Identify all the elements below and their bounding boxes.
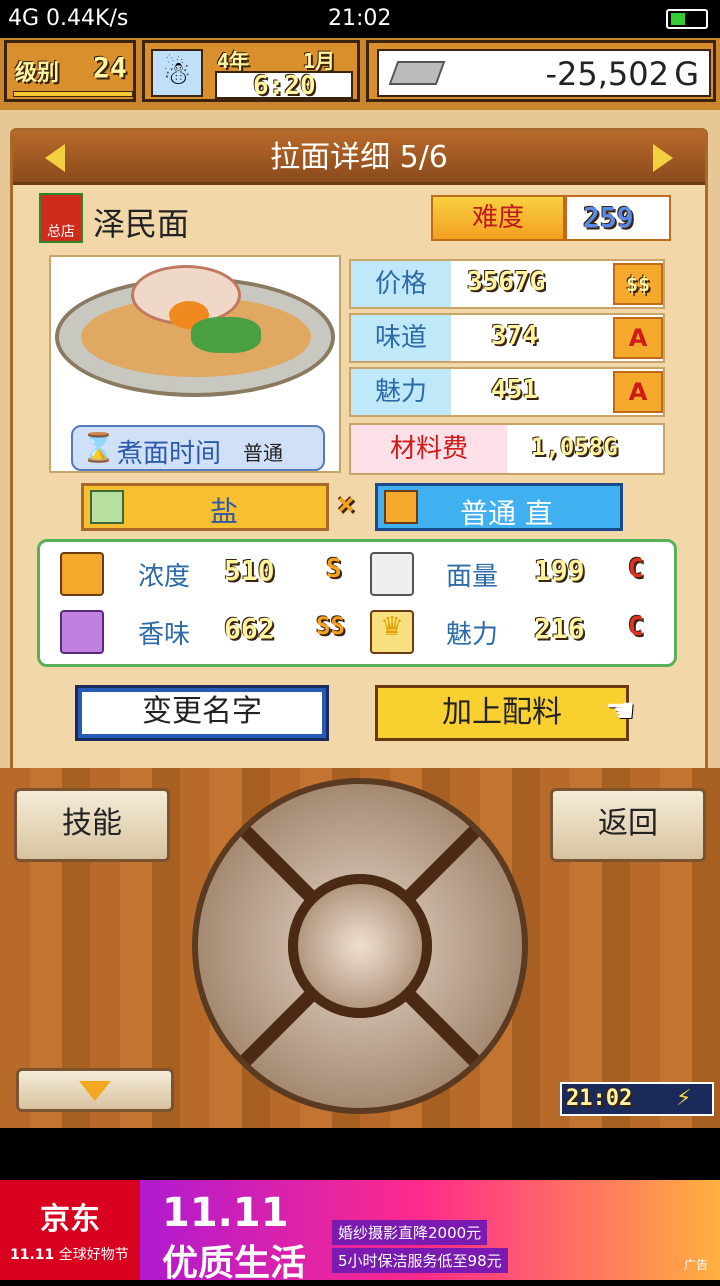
ramen-name: 泽民面 xyxy=(93,205,190,243)
stat-row-taste: 味道 374 A xyxy=(349,313,665,363)
game-screen: 级别 24 ☃ 4年 1月 6:20 -25,502 G 拉面详细 5/6 总店 xyxy=(0,38,720,1128)
difficulty-label: 难度 xyxy=(431,195,565,241)
money-unit: G xyxy=(674,55,699,93)
stat-label: 价格 xyxy=(351,261,451,307)
cost-value: 1,058G xyxy=(531,433,618,461)
cook-time-button[interactable]: ⌛ 煮面时间 普通 xyxy=(71,425,325,471)
attr-label: 魅力 xyxy=(446,620,499,650)
ad-headline-date: 11.11 xyxy=(162,1190,289,1236)
ramen-image: ⌛ 煮面时间 普通 xyxy=(49,255,341,473)
level-box: 级别 24 xyxy=(4,40,136,102)
exp-bar xyxy=(13,91,133,97)
stat-value: 3567G xyxy=(467,267,546,297)
ad-tag: 广告 xyxy=(684,1258,709,1272)
battery-icon xyxy=(666,9,708,29)
top-hud: 级别 24 ☃ 4年 1月 6:20 -25,502 G xyxy=(0,38,720,110)
attr-label: 香味 xyxy=(138,620,191,650)
grade-badge: A xyxy=(613,317,663,359)
dpad[interactable] xyxy=(192,778,528,1114)
scallion-icon xyxy=(191,317,261,353)
ad-banner[interactable]: 京东 11.11 全球好物节 11.11 优质生活 婚纱摄影直降2000元 5小… xyxy=(0,1180,720,1284)
noodle-label: 普通 直 xyxy=(460,497,553,530)
menu-down-button[interactable] xyxy=(16,1068,174,1112)
noodle-icon xyxy=(384,490,418,524)
ad-sub: 11.11 全球好物节 xyxy=(10,1247,129,1263)
month: 1月 xyxy=(303,49,336,73)
add-topping-label: 加上配料 xyxy=(442,695,562,730)
status-time: 21:02 xyxy=(328,6,392,31)
combine-icon: × xyxy=(337,487,356,522)
device-clock: 21:02 ⚡ xyxy=(560,1082,714,1116)
status-bar: 4G 0.44K/s 21:02 xyxy=(0,0,720,38)
panel-titlebar: 拉面详细 5/6 xyxy=(13,131,705,185)
timer-icon: ⌛ xyxy=(81,431,116,464)
ad-line-2: 5小时保洁服务低至98元 xyxy=(332,1248,508,1273)
ad-brand: 京东 xyxy=(40,1202,100,1237)
level-value: 24 xyxy=(93,51,127,84)
stat-label: 魅力 xyxy=(351,369,451,415)
soup-label: 盐 xyxy=(210,495,239,528)
prev-arrow-icon[interactable] xyxy=(45,144,65,172)
crown-icon: ♛ xyxy=(370,610,414,654)
silver-bar-icon xyxy=(388,61,446,85)
cost-label: 材料费 xyxy=(351,425,507,473)
attr-grade: C xyxy=(628,612,644,642)
ramen-detail-panel: 拉面详细 5/6 总店 泽民面 难度 259 ⌛ 煮面时间 普通 价格 3567… xyxy=(10,128,708,784)
level-label: 级别 xyxy=(15,61,60,86)
snowman-icon: ☃ xyxy=(151,49,203,97)
stat-row-price: 价格 3567G $$ xyxy=(349,259,665,309)
attr-value: 662 xyxy=(224,612,275,645)
salt-icon xyxy=(90,490,124,524)
clock-box: 6:20 xyxy=(215,71,353,101)
money-box: -25,502 G xyxy=(366,40,716,102)
attr-grade: S xyxy=(326,554,342,584)
noodle-amount-icon xyxy=(370,552,414,596)
rename-button[interactable]: 变更名字 xyxy=(75,685,329,741)
ad-headline: 优质生活 xyxy=(162,1243,307,1284)
stat-row-cost: 材料费 1,058G xyxy=(349,423,665,475)
attr-value: 199 xyxy=(534,554,585,587)
next-arrow-icon[interactable] xyxy=(653,144,673,172)
year: 4年 xyxy=(217,49,250,73)
attr-value: 216 xyxy=(534,612,585,645)
game-clock: 6:20 xyxy=(253,71,316,101)
cook-time-label: 煮面时间 xyxy=(117,439,222,469)
attr-label: 面量 xyxy=(446,562,499,592)
pointer-hand-icon: ☚ xyxy=(605,691,636,731)
attr-grade: SS xyxy=(316,612,345,640)
controller-area: 技能 返回 21:02 ⚡ xyxy=(0,768,720,1128)
device-clock-text: 21:02 xyxy=(566,1086,633,1111)
cook-time-value: 普通 xyxy=(243,441,283,465)
stat-value: 451 xyxy=(491,375,538,405)
soup-button[interactable]: 盐 xyxy=(81,483,329,531)
panel-title: 拉面详细 5/6 xyxy=(270,140,448,175)
grade-badge: A xyxy=(613,371,663,413)
aroma-icon xyxy=(60,610,104,654)
network-speed: 4G 0.44K/s xyxy=(8,6,129,31)
date-box: ☃ 4年 1月 6:20 xyxy=(142,40,360,102)
stat-value: 374 xyxy=(491,321,538,351)
battery-charge-icon: ⚡ xyxy=(676,1086,692,1111)
shop-badge: 总店 xyxy=(39,193,83,243)
richness-icon xyxy=(60,552,104,596)
rename-label: 变更名字 xyxy=(82,692,322,734)
add-topping-button[interactable]: 加上配料 xyxy=(375,685,629,741)
attr-grade: C xyxy=(628,554,644,584)
attr-value: 510 xyxy=(224,554,275,587)
stat-label: 味道 xyxy=(351,315,451,361)
noodle-button[interactable]: 普通 直 xyxy=(375,483,623,531)
back-button[interactable]: 返回 xyxy=(550,788,706,862)
stat-row-charm: 魅力 451 A xyxy=(349,367,665,417)
ad-line-1: 婚纱摄影直降2000元 xyxy=(332,1220,488,1245)
stats-table: 价格 3567G $$ 味道 374 A 魅力 451 A 材料费 1,058G xyxy=(349,259,665,475)
grade-badge: $$ xyxy=(613,263,663,305)
attr-label: 浓度 xyxy=(138,562,191,592)
difficulty-value: 259 xyxy=(583,201,634,234)
skill-button[interactable]: 技能 xyxy=(14,788,170,862)
money-value: -25,502 xyxy=(545,55,669,93)
chevron-down-icon xyxy=(79,1081,111,1101)
attributes-grid: 浓度 510 S 面量 199 C 香味 662 SS ♛ 魅力 216 C xyxy=(37,539,677,667)
